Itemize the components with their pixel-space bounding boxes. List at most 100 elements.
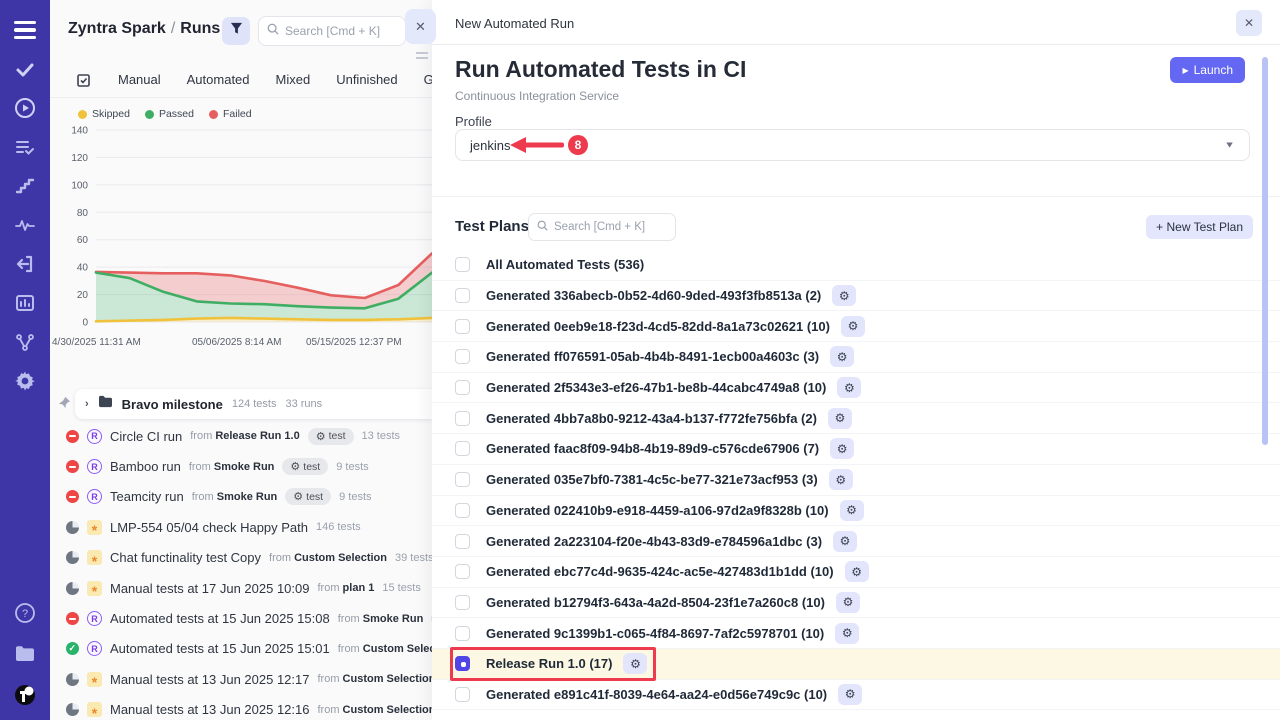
sidebar-play-circle-icon[interactable]	[12, 95, 38, 121]
run-title[interactable]: Chat functinality test Copy	[110, 550, 261, 565]
sidebar-help-icon[interactable]: ?	[12, 600, 38, 626]
sidebar-steps-icon[interactable]	[12, 173, 38, 199]
run-title[interactable]: Circle CI run	[110, 429, 182, 444]
run-row[interactable]: *Manual tests at 13 Jun 2025 12:17from C…	[50, 664, 432, 694]
test-plan-row[interactable]: Generated 022410b9-e918-4459-a106-97d2a9…	[432, 496, 1280, 527]
new-test-plan-button[interactable]: + New Test Plan	[1146, 215, 1253, 239]
run-row[interactable]: *Manual tests at 13 Jun 2025 12:16from C…	[50, 695, 432, 720]
test-plan-settings-button[interactable]: ⚙	[838, 684, 862, 705]
sidebar-menu-icon[interactable]	[12, 17, 38, 43]
run-title[interactable]: Bamboo run	[110, 459, 181, 474]
sidebar-check-icon[interactable]	[12, 56, 38, 82]
milestone-card[interactable]: › Bravo milestone 124 tests 33 runs	[75, 389, 432, 419]
sidebar-import-icon[interactable]	[12, 251, 38, 277]
test-badge[interactable]: ⚙test	[282, 458, 328, 475]
test-plan-row[interactable]: Generated ebc77c4d-9635-424c-ac5e-427483…	[432, 557, 1280, 588]
test-plan-settings-button[interactable]: ⚙	[830, 346, 854, 367]
test-plan-row[interactable]: Generated 4bb7a8b0-9212-43a4-b137-f772fe…	[432, 403, 1280, 434]
test-badge[interactable]: ⚙test	[308, 428, 354, 445]
test-plan-settings-button[interactable]: ⚙	[841, 316, 865, 337]
checkbox-unchecked[interactable]	[455, 288, 470, 303]
checkbox-unchecked[interactable]	[455, 349, 470, 364]
filter-button[interactable]	[222, 17, 250, 45]
runs-search-input[interactable]	[285, 24, 395, 38]
test-plans-search[interactable]	[528, 213, 676, 241]
test-badge[interactable]: ⚙test	[285, 488, 331, 505]
test-plan-settings-button[interactable]: ⚙	[828, 408, 852, 429]
run-row[interactable]: RTeamcity runfrom Smoke Run⚙test9 tests	[50, 482, 432, 512]
test-plan-settings-button[interactable]: ⚙	[832, 285, 856, 306]
test-plan-settings-button[interactable]: ⚙	[837, 377, 861, 398]
milestone-name[interactable]: Bravo milestone	[122, 397, 223, 412]
test-plan-row[interactable]: Generated 035e7bf0-7381-4c5c-be77-321e73…	[432, 465, 1280, 496]
test-plan-settings-button[interactable]: ⚙	[623, 653, 647, 674]
test-plan-row[interactable]: Release Run 1.0 (17)⚙	[432, 649, 1280, 680]
sidebar-gear-icon[interactable]	[12, 368, 38, 394]
test-plan-row[interactable]: Generated 336abecb-0b52-4d60-9ded-493f3f…	[432, 281, 1280, 312]
checkbox-unchecked[interactable]	[455, 472, 470, 487]
breadcrumb-project[interactable]: Zyntra Spark	[68, 20, 166, 37]
checkbox-unchecked[interactable]	[455, 411, 470, 426]
test-plan-settings-button[interactable]: ⚙	[835, 623, 859, 644]
test-plan-row[interactable]: Generated 2a223104-f20e-4b43-83d9-e78459…	[432, 526, 1280, 557]
checkbox-unchecked[interactable]	[455, 380, 470, 395]
drawer-close-button[interactable]: ✕	[1236, 10, 1262, 36]
sidebar-bar-chart-icon[interactable]	[12, 290, 38, 316]
checkbox-checked[interactable]	[455, 656, 470, 671]
checkbox-unchecked[interactable]	[455, 687, 470, 702]
launch-button[interactable]: ▶ Launch	[1170, 57, 1245, 83]
vertical-scrollbar-thumb[interactable]	[1262, 57, 1268, 445]
test-plan-settings-button[interactable]: ⚙	[830, 438, 854, 459]
sidebar-folder-icon[interactable]	[12, 641, 38, 667]
checkbox-unchecked[interactable]	[455, 319, 470, 334]
checkbox-unchecked[interactable]	[455, 595, 470, 610]
sidebar-branch-icon[interactable]	[12, 329, 38, 355]
checkbox-unchecked[interactable]	[455, 626, 470, 641]
run-row[interactable]: RBamboo runfrom Smoke Run⚙test9 tests	[50, 451, 432, 481]
test-plan-row[interactable]: Generated ff076591-05ab-4b4b-8491-1ecb00…	[432, 342, 1280, 373]
checkbox-unchecked[interactable]	[455, 564, 470, 579]
test-plan-row[interactable]: Generated b12794f3-643a-4a2d-8504-23f1e7…	[432, 588, 1280, 619]
test-plan-settings-button[interactable]: ⚙	[833, 531, 857, 552]
test-plan-settings-button[interactable]: ⚙	[845, 561, 869, 582]
run-title[interactable]: Manual tests at 13 Jun 2025 12:16	[110, 702, 309, 717]
sidebar-app-logo[interactable]	[12, 682, 38, 708]
tab-automated[interactable]: Automated	[187, 72, 250, 87]
test-plan-row[interactable]: Generated 2f5343e3-ef26-47b1-be8b-44cabc…	[432, 373, 1280, 404]
sidebar-list-check-icon[interactable]	[12, 134, 38, 160]
run-row[interactable]: *LMP-554 05/04 check Happy Path146 tests	[50, 512, 432, 542]
test-plan-settings-button[interactable]: ⚙	[836, 592, 860, 613]
test-plan-row[interactable]: Generated 0eeb9e18-f23d-4cd5-82dd-8a1a73…	[432, 311, 1280, 342]
run-title[interactable]: LMP-554 05/04 check Happy Path	[110, 520, 308, 535]
run-title[interactable]: Manual tests at 17 Jun 2025 10:09	[110, 581, 309, 596]
test-plan-row[interactable]: Generated 9c1399b1-c065-4f84-8697-7af2c5…	[432, 618, 1280, 649]
test-plan-row[interactable]: Generated faac8f09-94b8-4b19-89d9-c576cd…	[432, 434, 1280, 465]
test-plan-row[interactable]: All Automated Tests (536)	[432, 250, 1280, 281]
checkbox-unchecked[interactable]	[455, 441, 470, 456]
sidebar-activity-icon[interactable]	[12, 212, 38, 238]
run-row[interactable]: RCircle CI runfrom Release Run 1.0⚙test1…	[50, 421, 432, 451]
checkbox-unchecked[interactable]	[455, 257, 470, 272]
checkbox-unchecked[interactable]	[455, 503, 470, 518]
run-row[interactable]: *Chat functinality test Copyfrom Custom …	[50, 543, 432, 573]
run-title[interactable]: Automated tests at 15 Jun 2025 15:01	[110, 641, 330, 656]
select-runs-icon[interactable]	[76, 72, 92, 88]
run-row[interactable]: RAutomated tests at 15 Jun 2025 15:01fro…	[50, 634, 432, 664]
run-title[interactable]: Automated tests at 15 Jun 2025 15:08	[110, 611, 330, 626]
checkbox-unchecked[interactable]	[455, 534, 470, 549]
test-plans-search-input[interactable]	[554, 221, 662, 233]
run-row[interactable]: *Manual tests at 17 Jun 2025 10:09from p…	[50, 573, 432, 603]
breadcrumb[interactable]: Zyntra Spark/Runs	[68, 20, 220, 38]
run-row[interactable]: RAutomated tests at 15 Jun 2025 15:08fro…	[50, 603, 432, 633]
profile-select[interactable]: jenkins ▼	[455, 129, 1250, 161]
test-plan-row[interactable]: Generated e891c41f-8039-4e64-aa24-e0d56e…	[432, 680, 1280, 711]
runs-panel-close-button[interactable]: ✕	[405, 9, 436, 44]
tab-manual[interactable]: Manual	[118, 72, 161, 87]
runs-search[interactable]	[258, 16, 406, 46]
tab-unfinished[interactable]: Unfinished	[336, 72, 397, 87]
tab-mixed[interactable]: Mixed	[276, 72, 311, 87]
run-title[interactable]: Teamcity run	[110, 489, 184, 504]
chevron-right-icon[interactable]: ›	[85, 398, 89, 410]
test-plan-settings-button[interactable]: ⚙	[840, 500, 864, 521]
run-title[interactable]: Manual tests at 13 Jun 2025 12:17	[110, 672, 309, 687]
